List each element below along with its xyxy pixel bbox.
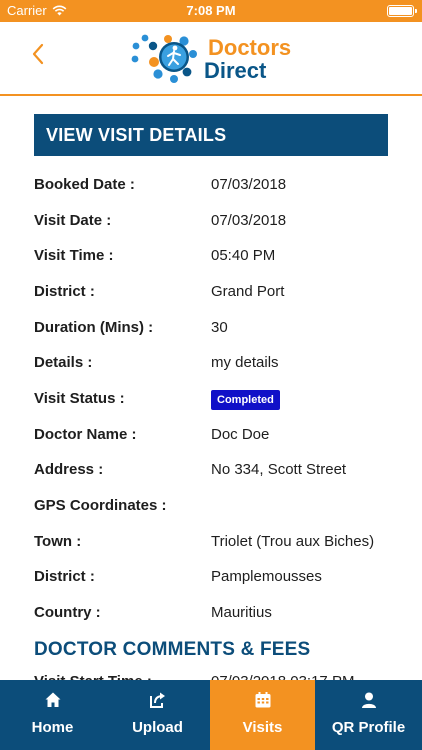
detail-value: Grand Port — [211, 283, 285, 300]
detail-row-visit-start-time: Visit Start Time : 07/03/2018 03:17 PM — [34, 671, 404, 680]
detail-row-gps: GPS Coordinates : — [34, 495, 404, 517]
detail-value: 07/03/2018 — [211, 176, 287, 193]
detail-row-visit-time: Visit Time : 05:40 PM — [34, 245, 404, 267]
logo-text-doctors: Doctors — [208, 35, 292, 60]
detail-row-district-2: District : Pamplemousses — [34, 566, 404, 588]
logo-wordmark: Doctors Direct — [204, 35, 292, 82]
detail-row-district: District : Grand Port — [34, 281, 404, 303]
comments-section-title: DOCTOR COMMENTS & FEES — [34, 639, 311, 660]
detail-value: 05:40 PM — [211, 247, 276, 264]
detail-label: Doctor Name : — [34, 426, 137, 443]
detail-value: Pamplemousses — [211, 568, 322, 585]
status-badge: Completed — [211, 390, 280, 410]
detail-label: Visit Time : — [34, 247, 114, 264]
section-title: VIEW VISIT DETAILS — [34, 114, 388, 156]
detail-value: my details — [211, 354, 279, 371]
logo-text-direct: Direct — [204, 58, 267, 83]
detail-row-town: Town : Triolet (Trou aux Biches) — [34, 531, 404, 553]
detail-row-address: Address : No 334, Scott Street — [34, 459, 404, 481]
detail-label: Town : — [34, 533, 82, 550]
detail-row-doctor-name: Doctor Name : Doc Doe — [34, 424, 404, 446]
detail-row-visit-status: Visit Status : Completed — [34, 388, 404, 410]
chevron-left-icon — [32, 43, 44, 65]
detail-label: Booked Date : — [34, 176, 135, 193]
tab-home[interactable]: Home — [0, 680, 105, 750]
tab-label: Upload — [132, 719, 183, 736]
detail-value: 30 — [211, 319, 228, 336]
detail-value: Mauritius — [211, 604, 272, 621]
tab-bar: Home Upload Visits QR Profile — [0, 680, 422, 750]
detail-value: Doc Doe — [211, 426, 270, 443]
tab-visits[interactable]: Visits — [210, 680, 315, 750]
detail-row-details: Details : my details — [34, 352, 404, 374]
visit-details-scroll[interactable]: VIEW VISIT DETAILS Booked Date : 07/03/2… — [0, 98, 422, 680]
tab-upload[interactable]: Upload — [105, 680, 210, 750]
detail-label: District : — [34, 283, 95, 300]
status-time: 7:08 PM — [186, 3, 236, 18]
detail-value: Triolet (Trou aux Biches) — [211, 533, 375, 550]
home-icon — [42, 689, 64, 711]
logo-mark-icon — [131, 34, 197, 83]
calendar-icon — [252, 689, 274, 711]
person-icon — [358, 689, 380, 711]
tab-label: Visits — [242, 719, 283, 736]
detail-row-country: Country : Mauritius — [34, 602, 404, 624]
tab-label: Home — [31, 719, 74, 736]
detail-value: No 334, Scott Street — [211, 461, 347, 478]
detail-label: Details : — [34, 354, 93, 371]
nav-bar: Doctors Direct — [0, 22, 422, 96]
tab-qr-profile[interactable]: QR Profile — [315, 680, 422, 750]
detail-label: Visit Start Time : — [34, 671, 152, 680]
detail-label: Duration (Mins) : — [34, 319, 154, 336]
detail-label: Country : — [34, 604, 101, 621]
detail-value: 07/03/2018 03:17 PM — [211, 671, 354, 680]
detail-value: Completed — [211, 388, 280, 410]
detail-label: GPS Coordinates : — [34, 497, 167, 514]
detail-label: District : — [34, 568, 95, 585]
app-logo: Doctors Direct — [128, 32, 291, 86]
detail-label: Address : — [34, 461, 104, 478]
upload-icon — [147, 689, 169, 711]
detail-row-booked-date: Booked Date : 07/03/2018 — [34, 174, 404, 196]
detail-row-duration: Duration (Mins) : 30 — [34, 317, 404, 339]
detail-label: Visit Status : — [34, 390, 125, 407]
detail-label: Visit Date : — [34, 212, 112, 229]
detail-row-visit-date: Visit Date : 07/03/2018 — [34, 210, 404, 232]
back-button[interactable] — [27, 40, 49, 68]
detail-value: 07/03/2018 — [211, 212, 287, 229]
status-bar: Carrier 7:08 PM — [0, 0, 422, 22]
tab-label: QR Profile — [331, 719, 406, 736]
battery-icon — [387, 5, 417, 17]
